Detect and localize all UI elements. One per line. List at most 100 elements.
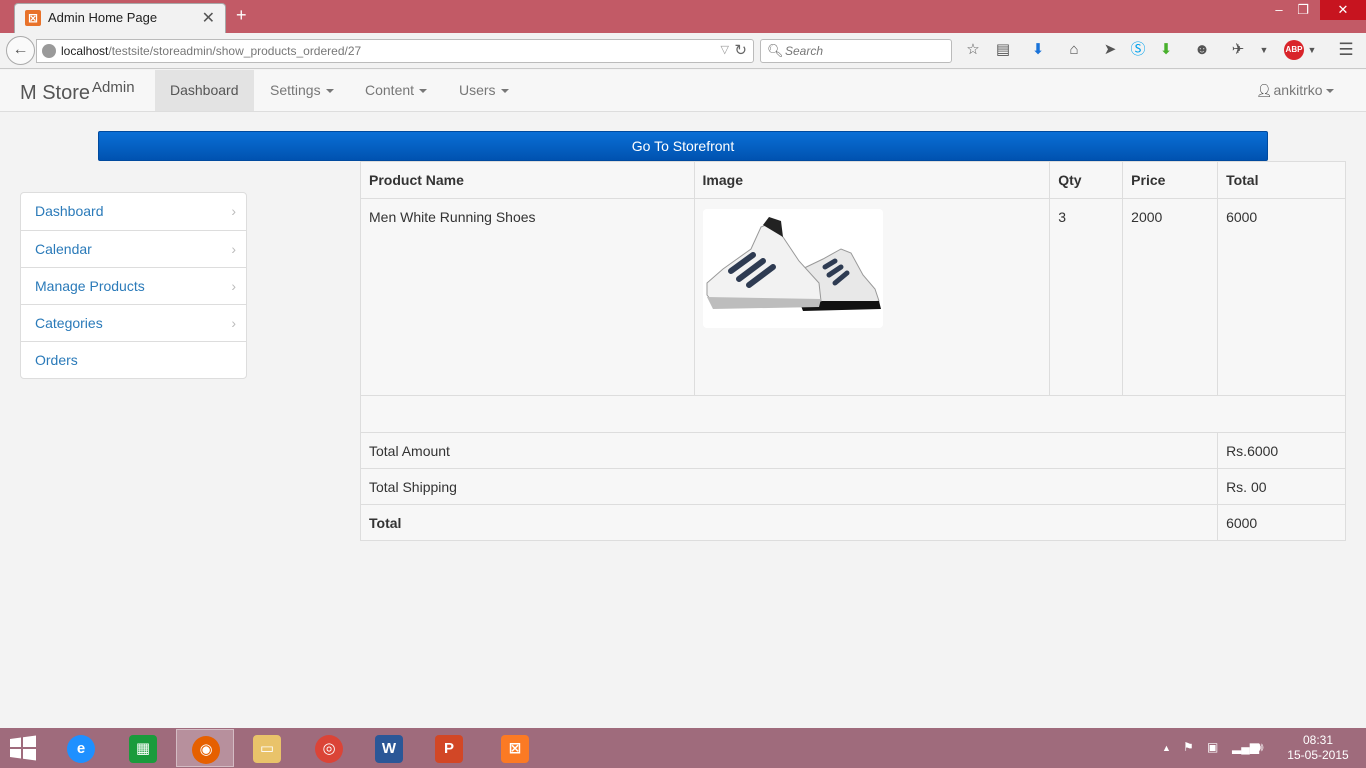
sidebar-item-label: Categories	[35, 315, 103, 331]
close-tab-icon[interactable]: ✕	[202, 8, 215, 28]
internet-explorer-icon: e	[67, 735, 95, 763]
sidebar: Dashboard › Calendar › Manage Products › Ca…	[20, 192, 247, 379]
chevron-right-icon: ›	[231, 241, 236, 257]
internet-explorer-button[interactable]: e	[52, 729, 110, 767]
maximize-icon[interactable]: ❐	[1292, 0, 1314, 20]
nav-settings[interactable]: Settings	[255, 70, 349, 111]
summary-label: Total	[359, 504, 1219, 541]
powerpoint-icon: P	[435, 735, 463, 763]
nav-settings-label: Settings	[270, 82, 321, 98]
sidebar-item-label: Manage Products	[35, 278, 145, 294]
brand-logo[interactable]: M Store Admin	[20, 79, 135, 105]
download-icon[interactable]: ⬇	[1028, 40, 1048, 60]
column-header: Product Name	[360, 161, 695, 199]
summary-label: Total Shipping	[359, 468, 1219, 505]
home-icon[interactable]: ⌂	[1064, 40, 1084, 60]
firefox-button[interactable]: ◉	[176, 729, 234, 767]
brand-name: M Store	[20, 82, 91, 104]
summary-row: Total Amount Rs.6000	[359, 432, 1346, 469]
sidebar-item-calendar[interactable]: Calendar ›	[21, 230, 246, 267]
xampp-icon: ⊠	[25, 10, 41, 26]
extension-icon[interactable]: ✈	[1228, 40, 1248, 60]
product-total: 6000	[1217, 198, 1346, 396]
new-tab-icon[interactable]: +	[236, 5, 247, 26]
summary-row: Total Shipping Rs. 00	[359, 468, 1346, 505]
username: ankitrko	[1273, 82, 1323, 98]
nav-users-label: Users	[459, 82, 496, 98]
minimize-icon[interactable]: –	[1268, 0, 1290, 20]
sidebar-item-manage-products[interactable]: Manage Products ›	[21, 267, 246, 304]
nav-dashboard-label: Dashboard	[170, 82, 239, 98]
product-qty: 3	[1049, 198, 1124, 396]
go-to-storefront-button[interactable]: Go To Storefront	[98, 131, 1268, 161]
caret-down-icon	[500, 89, 509, 94]
menu-icon[interactable]: ☰	[1336, 40, 1356, 60]
sidebar-item-dashboard[interactable]: Dashboard ›	[21, 193, 246, 230]
store-button[interactable]: ▦	[114, 729, 172, 767]
file-explorer-button[interactable]: ▭	[238, 729, 296, 767]
url-text[interactable]: localhost/testsite/storeadmin/show_produ…	[61, 44, 361, 58]
browser-tab[interactable]: ⊠ Admin Home Page ✕	[14, 3, 226, 33]
column-header: Qty	[1049, 161, 1124, 199]
nav-users[interactable]: Users	[444, 70, 524, 111]
tab-title: Admin Home Page	[48, 10, 158, 25]
user-menu[interactable]: 👤︎ankitrko	[1256, 70, 1334, 111]
user-icon: 👤︎	[1256, 83, 1273, 98]
firefox-icon: ◉	[192, 736, 220, 764]
powerpoint-button[interactable]: P	[420, 729, 478, 767]
product-price: 2000	[1122, 198, 1219, 396]
site-navbar: M Store Admin Dashboard Settings Content …	[0, 70, 1366, 112]
sidebar-item-orders[interactable]: Orders	[21, 341, 246, 378]
clock[interactable]: 08:31 15-05-2015	[1282, 733, 1354, 763]
nav-content-label: Content	[365, 82, 415, 98]
volume-icon[interactable]: 🔊︎	[1256, 740, 1264, 755]
green-download-icon[interactable]: ⬇	[1156, 40, 1176, 60]
adblock-dropdown-icon[interactable]: ▼	[1302, 40, 1322, 60]
column-header: Total	[1217, 161, 1346, 199]
nav-dashboard[interactable]: Dashboard	[155, 70, 254, 111]
reading-list-icon[interactable]: ▤	[993, 40, 1013, 60]
table-spacer-row	[360, 395, 1346, 433]
back-arrow-icon[interactable]: ←	[6, 36, 35, 65]
chat-icon[interactable]: ☻	[1192, 40, 1212, 60]
product-image	[702, 209, 883, 328]
chrome-button[interactable]: ◎	[300, 729, 358, 767]
send-icon[interactable]: ➤	[1100, 40, 1120, 60]
reload-icon[interactable]: ↻	[734, 41, 747, 59]
close-window-icon[interactable]: ✕	[1320, 0, 1366, 20]
summary-value: 6000	[1217, 504, 1346, 541]
flag-icon[interactable]: ⚑	[1183, 740, 1194, 754]
browser-titlebar: ⊠ Admin Home Page ✕ + – ❐ ✕	[0, 0, 1366, 33]
url-path: /testsite/storeadmin/show_products_order…	[108, 44, 362, 58]
clock-time: 08:31	[1302, 733, 1334, 747]
product-image-cell	[693, 198, 1051, 396]
url-host: localhost	[61, 44, 109, 58]
url-bar[interactable]: localhost/testsite/storeadmin/show_produ…	[36, 39, 754, 63]
xampp-button[interactable]: ⊠	[486, 729, 544, 767]
network-device-icon[interactable]: ▣	[1207, 740, 1218, 754]
history-dropdown-icon[interactable]: ▽	[721, 43, 729, 56]
product-name: Men White Running Shoes	[360, 198, 695, 396]
spacer-cell	[360, 395, 1346, 433]
search-placeholder: Search	[785, 44, 824, 58]
caret-down-icon	[419, 89, 428, 94]
word-button[interactable]: W	[360, 729, 418, 767]
extension-dropdown-icon[interactable]: ▼	[1254, 40, 1274, 60]
search-input[interactable]: 🔍︎ Search	[760, 39, 952, 63]
caret-down-icon	[325, 89, 334, 94]
search-icon: 🔍︎	[767, 43, 784, 58]
page-content: M Store Admin Dashboard Settings Content …	[0, 70, 1366, 728]
skype-icon[interactable]: Ⓢ	[1128, 40, 1148, 60]
bookmark-star-icon[interactable]: ☆	[963, 40, 983, 60]
tray-arrow-icon[interactable]: ▲	[1162, 743, 1171, 753]
brand-sub: Admin	[92, 79, 135, 96]
orders-table: Product Name Image Qty Price Total Men W…	[359, 161, 1346, 541]
summary-value: Rs. 00	[1217, 468, 1346, 505]
nav-content[interactable]: Content	[350, 70, 442, 111]
store-icon: ▦	[129, 735, 157, 763]
signal-icon[interactable]: ▂▄▆	[1232, 740, 1259, 754]
adblock-icon[interactable]: ABP	[1284, 40, 1304, 60]
caret-down-icon	[1325, 89, 1334, 94]
windows-start-icon[interactable]	[8, 735, 38, 761]
sidebar-item-categories[interactable]: Categories ›	[21, 304, 246, 341]
